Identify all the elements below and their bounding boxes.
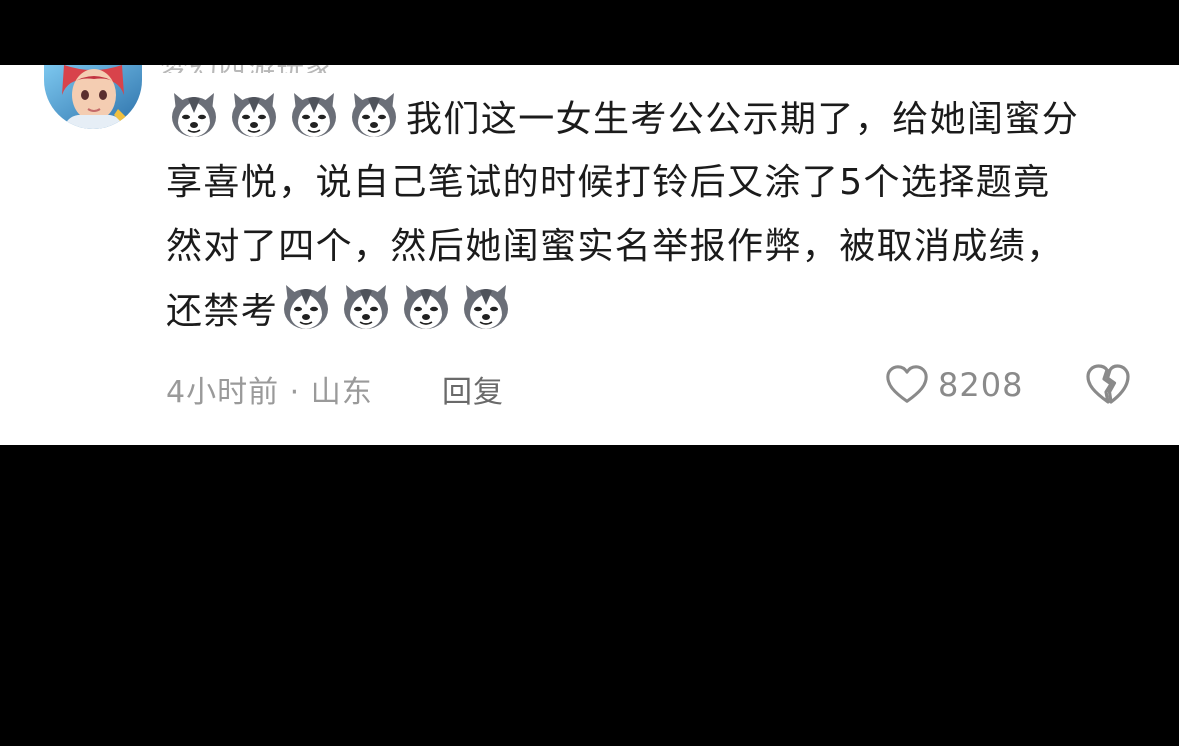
username-clip: 梦幻西游玩家: [160, 65, 420, 73]
comment-text-line-3: 然对了四个，然后她闺蜜实名举报作弊，被取消成绩，: [166, 226, 1064, 267]
comment-line-1: 我们这一女生考公公示期了，给她闺蜜分: [166, 87, 1141, 151]
comment-card: 梦幻西游玩家: [0, 65, 1179, 445]
husky-emoji-icon: [166, 87, 222, 143]
like-count: 8208: [938, 366, 1024, 404]
comment-line-4: 还禁考: [166, 279, 1141, 343]
heart-icon: [886, 365, 928, 403]
reply-button[interactable]: 回复: [442, 367, 504, 411]
husky-emoji-icon: [286, 87, 342, 143]
time-location: 4小时前 · 山东: [166, 375, 373, 410]
like-button[interactable]: 8208: [884, 361, 1023, 409]
comment-text-line-1: 我们这一女生考公公示期了，给她闺蜜分: [406, 99, 1080, 140]
husky-emoji-icon: [398, 279, 454, 335]
husky-emoji-icon: [226, 87, 282, 143]
husky-emoji-icon: [346, 87, 402, 143]
comment-text-line-4: 还禁考: [166, 291, 279, 332]
comment-text: 我们这一女生考公公示期了，给她闺蜜分 享喜悦，说自己笔试的时候打铃后又涂了5个选…: [166, 87, 1141, 343]
username[interactable]: 梦幻西游玩家: [160, 65, 334, 73]
broken-heart-icon[interactable]: [1084, 361, 1132, 409]
husky-emoji-icon: [278, 279, 334, 335]
husky-emoji-icon: [458, 279, 514, 335]
comment-text-line-2: 享喜悦，说自己笔试的时候打铃后又涂了5个选择题竟: [166, 162, 1051, 203]
comment-footer: 4小时前 · 山东 回复 8208: [166, 361, 1141, 411]
avatar[interactable]: [44, 65, 142, 129]
husky-emoji-icon: [338, 279, 394, 335]
